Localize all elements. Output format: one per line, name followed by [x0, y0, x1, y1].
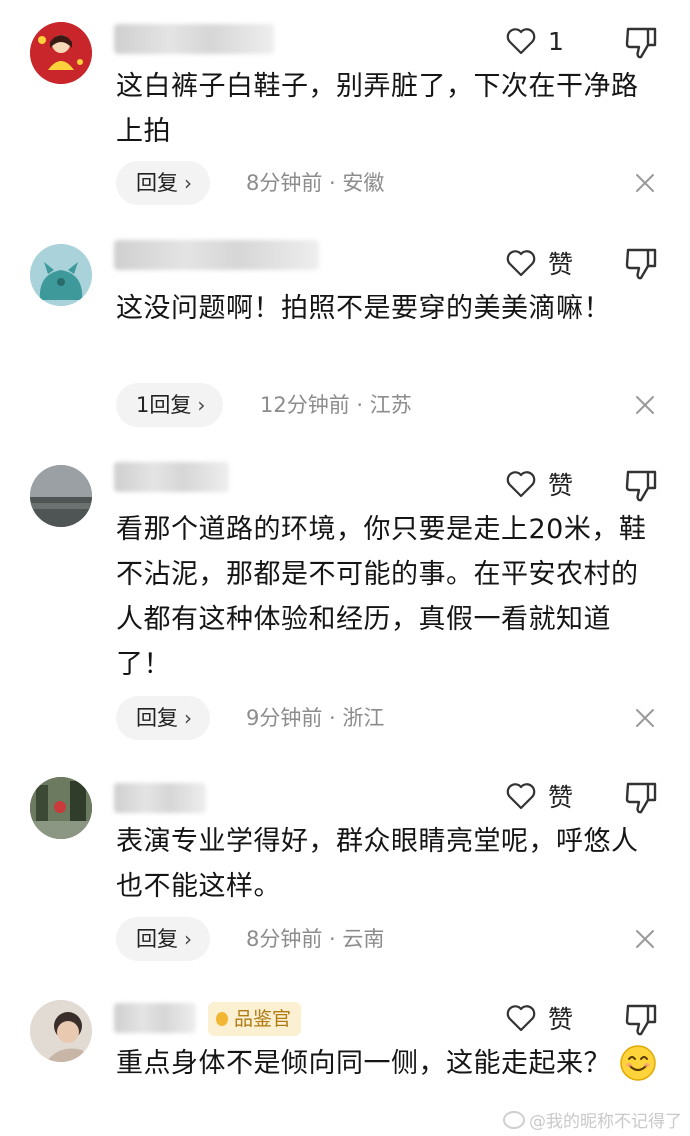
like-label: 赞 [548, 783, 574, 812]
thumbs-down-icon[interactable] [624, 25, 658, 61]
reply-button[interactable]: 回复 › [116, 696, 210, 740]
avatar[interactable] [30, 244, 92, 306]
comment-text: 这白裤子白鞋子，别弄脏了，下次在干净路上拍 [116, 71, 639, 147]
reply-label: 回复 [136, 171, 178, 195]
comment-meta: 9分钟前 · 浙江 [246, 706, 385, 730]
avatar[interactable] [30, 465, 92, 527]
weibo-logo-icon [503, 1111, 525, 1129]
comment-text: 这没问题啊！拍照不是要穿的美美滴嘛！ [116, 293, 611, 324]
username-blurred[interactable] [114, 462, 229, 492]
avatar[interactable] [30, 1000, 92, 1062]
thumbs-down-icon[interactable] [624, 780, 658, 816]
close-icon[interactable] [634, 707, 656, 729]
like-button[interactable]: 赞 [506, 466, 573, 502]
heart-outline-icon [506, 1005, 536, 1032]
watermark: @我的昵称不记得了 [503, 1107, 682, 1132]
like-button[interactable]: 1 [506, 23, 564, 59]
reply-label: 回复 [136, 706, 178, 730]
close-icon[interactable] [634, 928, 656, 950]
comment-text: 表演专业学得好，群众眼睛亮堂呢，呼悠人也不能这样。 [116, 826, 639, 902]
status-badge: 品鉴官 [208, 1002, 302, 1036]
comment-text-content: 重点身体不是倾向同一侧，这能走起来？ [116, 1048, 611, 1079]
heart-outline-icon [506, 28, 536, 55]
comment-text: 看那个道路的环境，你只要是走上20米，鞋不沾泥，那都是不可能的事。在平安农村的人… [116, 514, 647, 680]
thumbs-down-icon[interactable] [624, 1002, 658, 1038]
username-blurred[interactable] [114, 1003, 196, 1033]
like-label: 赞 [548, 1005, 574, 1034]
like-label: 赞 [548, 471, 574, 500]
like-button[interactable]: 赞 [506, 1000, 573, 1036]
reply-button[interactable]: 回复 › [116, 917, 210, 961]
username-blurred[interactable] [114, 783, 206, 813]
heart-outline-icon [506, 471, 536, 498]
comment-meta: 8分钟前 · 安徽 [246, 171, 385, 195]
avatar[interactable] [30, 777, 92, 839]
like-count: 1 [548, 26, 564, 56]
close-icon[interactable] [634, 394, 656, 416]
close-icon[interactable] [634, 172, 656, 194]
like-button[interactable]: 赞 [506, 778, 573, 814]
chevron-right-icon: › [184, 927, 192, 951]
reply-label: 1回复 [136, 393, 192, 417]
avatar[interactable] [30, 22, 92, 84]
like-button[interactable]: 赞 [506, 245, 573, 281]
chevron-right-icon: › [197, 393, 206, 417]
reply-label: 回复 [136, 927, 178, 951]
badge-icon [216, 1012, 228, 1026]
reply-button[interactable]: 回复 › [116, 161, 210, 205]
smiling-emoji-icon [620, 1045, 656, 1081]
watermark-text: @我的昵称不记得了 [529, 1112, 682, 1132]
chevron-right-icon: › [184, 171, 192, 195]
comment-text: 重点身体不是倾向同一侧，这能走起来？ [116, 1041, 661, 1086]
heart-outline-icon [506, 783, 536, 810]
heart-outline-icon [506, 250, 536, 277]
badge-label: 品鉴官 [234, 1008, 292, 1030]
username-blurred[interactable] [114, 240, 319, 270]
comment-meta: 12分钟前 · 江苏 [260, 393, 412, 417]
reply-button[interactable]: 1回复 › [116, 383, 224, 427]
thumbs-down-icon[interactable] [624, 468, 658, 504]
thumbs-down-icon[interactable] [624, 246, 658, 282]
comment-meta: 8分钟前 · 云南 [246, 927, 385, 951]
like-label: 赞 [548, 250, 574, 279]
username-blurred[interactable] [114, 24, 274, 54]
chevron-right-icon: › [184, 706, 192, 730]
